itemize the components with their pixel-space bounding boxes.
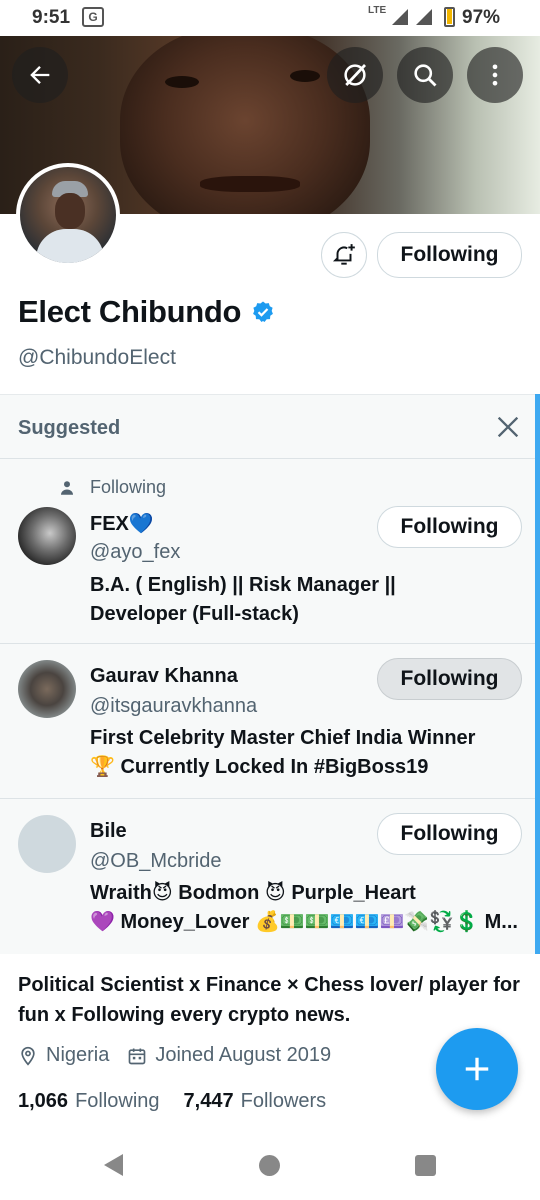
suggested-title: Suggested [18, 417, 121, 439]
nav-home-icon[interactable] [259, 1155, 280, 1176]
profile-avatar[interactable] [16, 163, 120, 267]
scroll-indicator [535, 394, 540, 954]
profile-name: Elect Chibundo [18, 294, 242, 329]
following-count-link[interactable]: 1,066 Following [18, 1090, 160, 1113]
profile-meta: Nigeria Joined August 2019 [18, 1044, 349, 1067]
grok-button[interactable] [327, 47, 383, 103]
social-context-label: Following [90, 477, 167, 497]
user-bio-line: 💜 Money_Lover 💰💵💵💶💶💷💸💱💲 M... [90, 911, 518, 933]
back-button[interactable] [12, 47, 68, 103]
user-bio-line: B.A. ( English) || Risk Manager || [90, 574, 396, 596]
translate-icon: G [82, 7, 104, 27]
verified-badge-icon [253, 301, 274, 322]
user-bio-line: Developer (Full-stack) [90, 603, 299, 625]
arrow-left-icon [30, 66, 50, 84]
battery-icon [444, 7, 455, 27]
person-icon [61, 480, 73, 495]
signal-icon [416, 9, 432, 25]
location-text: Nigeria [46, 1044, 110, 1066]
followers-count-link[interactable]: 7,447 Followers [184, 1090, 327, 1113]
suggested-user-card[interactable]: Bile @OB_Mcbride Wraith😈 Bodmon 😈 Purple… [0, 799, 535, 953]
user-name[interactable]: Gaurav Khanna [90, 665, 238, 688]
search-button[interactable] [397, 47, 453, 103]
user-handle: @ayo_fex [90, 541, 181, 563]
calendar-icon [129, 1048, 146, 1064]
suggested-user-card[interactable]: Following FEX💙 @ayo_fex B.A. ( English) … [0, 459, 535, 643]
signal-icon [392, 9, 408, 25]
bell-plus-icon [332, 244, 355, 265]
user-name[interactable]: Bile [90, 820, 127, 843]
followers-count-label: Followers [240, 1090, 327, 1112]
following-count-label: Following [75, 1090, 160, 1112]
follow-toggle-button[interactable]: Following [377, 813, 522, 855]
profile-name-row: Elect Chibundo [18, 294, 275, 330]
user-bio-line: 🏆 Currently Locked In #BigBoss19 [90, 756, 429, 778]
location-pin-icon [21, 1046, 35, 1066]
status-time: 9:51 [32, 7, 71, 28]
user-name[interactable]: FEX💙 [90, 511, 154, 536]
grok-icon [344, 64, 367, 86]
close-icon[interactable] [494, 413, 522, 441]
joined-date: Joined August 2019 [127, 1044, 331, 1067]
avatar[interactable] [18, 815, 76, 873]
network-type: LTE [368, 5, 387, 16]
status-bar: 9:51 G LTE 97% [0, 0, 540, 36]
system-nav-bar [0, 1132, 540, 1200]
suggested-section: Suggested Following FEX💙 @ayo_fex B.A. (… [0, 394, 540, 954]
user-bio-line: Wraith😈 Bodmon 😈 Purple_Heart [90, 882, 416, 904]
location: Nigeria [18, 1044, 109, 1067]
compose-button[interactable] [436, 1028, 518, 1110]
followers-count: 7,447 [183, 1090, 234, 1112]
profile-handle: @ChibundoElect [18, 346, 176, 369]
social-context: Following [58, 477, 166, 498]
plus-icon [465, 1057, 489, 1081]
user-handle: @itsgauravkhanna [90, 695, 258, 717]
nav-recents-icon[interactable] [415, 1155, 436, 1176]
follow-toggle-button[interactable]: Following [377, 506, 522, 548]
user-bio-line: First Celebrity Master Chief India Winne… [90, 727, 476, 749]
nav-back-icon[interactable] [104, 1154, 123, 1176]
profile-counts: 1,066 Following 7,447 Followers [18, 1090, 350, 1113]
avatar[interactable] [18, 660, 76, 718]
user-handle: @OB_Mcbride [90, 850, 222, 872]
search-icon [414, 64, 437, 87]
avatar[interactable] [18, 507, 76, 565]
profile-bio: Political Scientist x Finance × Chess lo… [18, 974, 520, 1026]
joined-text: Joined August 2019 [155, 1044, 332, 1066]
follow-toggle-button[interactable]: Following [377, 658, 522, 700]
following-count: 1,066 [18, 1090, 69, 1112]
following-button[interactable]: Following [377, 232, 522, 278]
suggested-user-card[interactable]: Gaurav Khanna @itsgauravkhanna First Cel… [0, 644, 535, 798]
notifications-button[interactable] [321, 232, 367, 278]
more-vertical-icon [492, 64, 498, 86]
battery-percent: 97% [462, 7, 501, 28]
more-button[interactable] [467, 47, 523, 103]
